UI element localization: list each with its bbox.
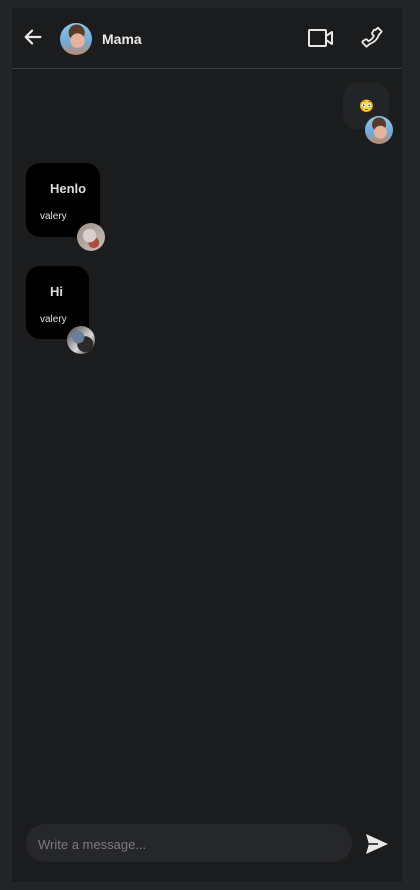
contact-avatar[interactable] bbox=[60, 23, 92, 55]
message-sender: valery bbox=[40, 211, 67, 222]
avatar bbox=[67, 326, 95, 354]
avatar bbox=[365, 116, 393, 144]
back-arrow-icon[interactable] bbox=[22, 26, 44, 48]
contact-name[interactable]: Mama bbox=[102, 31, 142, 47]
message-composer bbox=[26, 824, 352, 864]
message-text: Henlo bbox=[50, 181, 87, 196]
send-icon[interactable] bbox=[364, 832, 390, 856]
video-camera-icon[interactable] bbox=[307, 26, 335, 50]
message-text: Hi bbox=[50, 284, 63, 299]
chat-window: Mama 😳 Henlo valery Hi valery bbox=[12, 8, 402, 882]
message-sender: valery bbox=[40, 314, 67, 325]
avatar bbox=[77, 223, 105, 251]
chat-header: Mama bbox=[12, 8, 402, 69]
phone-icon[interactable] bbox=[360, 25, 386, 51]
message-input[interactable] bbox=[36, 824, 340, 864]
message-text: 😳 bbox=[359, 99, 374, 113]
